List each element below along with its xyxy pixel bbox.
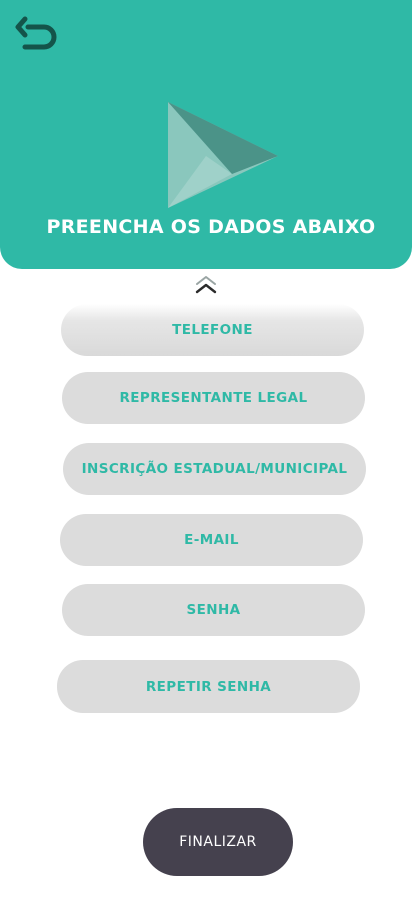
repetir-senha-field[interactable]: REPETIR SENHA: [57, 660, 360, 713]
email-field[interactable]: E-MAIL: [60, 514, 363, 566]
play-triangle-logo: [168, 102, 278, 208]
representante-legal-field[interactable]: REPRESENTANTE LEGAL: [62, 372, 365, 424]
back-button[interactable]: [14, 16, 60, 58]
double-chevron-up-icon: [195, 276, 217, 294]
inscricao-field[interactable]: INSCRIÇÃO ESTADUAL/MUNICIPAL: [63, 443, 366, 495]
page-title: PREENCHA OS DADOS ABAIXO: [46, 216, 376, 238]
senha-field[interactable]: SENHA: [62, 584, 365, 636]
finalizar-button[interactable]: FINALIZAR: [143, 808, 293, 876]
header: PREENCHA OS DADOS ABAIXO: [0, 0, 412, 269]
undo-arrow-icon: [15, 16, 57, 50]
telefone-field[interactable]: TELEFONE: [61, 304, 364, 356]
